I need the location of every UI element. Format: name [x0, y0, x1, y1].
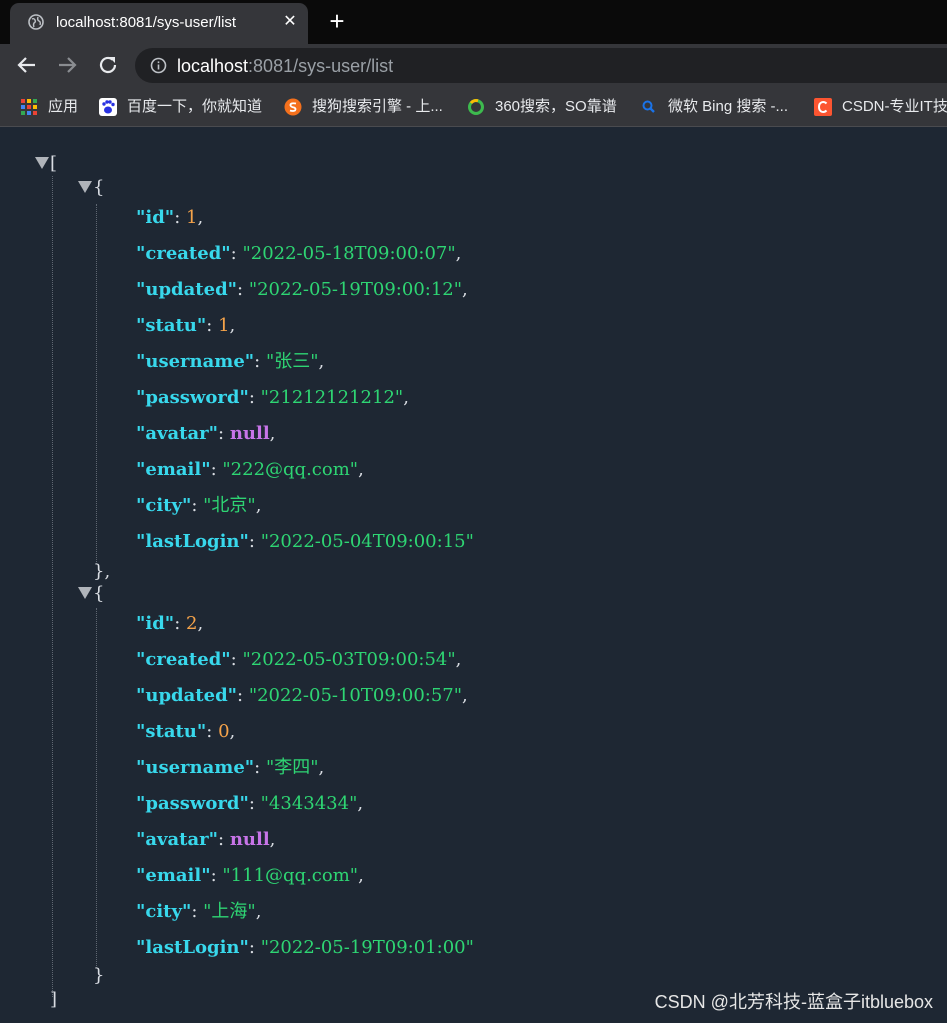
bookmark-label: 应用 — [48, 98, 79, 115]
tab-strip: localhost:8081/sys-user/list ✕ + — [0, 0, 947, 44]
browser-toolbar: localhost:8081/sys-user/list — [0, 44, 947, 87]
bookmark-label: CSDN-专业IT技 — [842, 98, 947, 115]
object-close-brace: }, — [93, 561, 111, 582]
object-indent-guide — [96, 204, 97, 564]
csdn-icon — [814, 98, 832, 116]
bookmarks-bar: 应用 百度一下，你就知道 搜狗搜索引擎 - 上... 360搜索，SO靠谱 微软… — [0, 87, 947, 127]
url-text[interactable]: localhost:8081/sys-user/list — [177, 55, 393, 77]
forward-arrow-icon[interactable] — [55, 53, 79, 77]
json-row-avatar: "avatar": null, — [136, 829, 276, 850]
object-close-brace: } — [93, 965, 105, 986]
json-row-avatar: "avatar": null, — [136, 423, 276, 444]
360-search-icon — [468, 99, 484, 115]
url-path: :8081/sys-user/list — [248, 56, 394, 76]
url-host: localhost — [177, 56, 249, 76]
reload-icon[interactable] — [96, 53, 120, 77]
json-row-id: "id": 1, — [136, 207, 204, 228]
json-row-statu: "statu": 0, — [136, 721, 236, 742]
collapse-toggle-icon[interactable] — [78, 181, 92, 193]
bing-search-icon — [642, 100, 655, 113]
json-row-created: "created": "2022-05-03T09:00:54", — [136, 649, 462, 670]
json-row-statu: "statu": 1, — [136, 315, 236, 336]
tab-title: localhost:8081/sys-user/list — [56, 14, 237, 31]
csdn-watermark: CSDN @北芳科技-蓝盒子itbluebox — [654, 992, 933, 1012]
active-tab[interactable]: localhost:8081/sys-user/list ✕ — [10, 3, 308, 44]
json-row-username: "username": "张三", — [136, 351, 325, 372]
json-row-username: "username": "李四", — [136, 757, 325, 778]
bookmark-label: 百度一下，你就知道 — [127, 98, 263, 115]
object-open-brace: { — [93, 177, 105, 198]
new-tab-button[interactable]: + — [326, 8, 348, 34]
json-row-password: "password": "21212121212", — [136, 387, 409, 408]
apps-grid-icon — [21, 99, 37, 115]
array-open-bracket: [ — [50, 153, 58, 174]
array-indent-guide — [52, 176, 53, 997]
json-row-city: "city": "上海", — [136, 901, 262, 922]
object-open-brace: { — [93, 583, 105, 604]
json-row-email: "email": "222@qq.com", — [136, 459, 364, 480]
json-row-created: "created": "2022-05-18T09:00:07", — [136, 243, 462, 264]
site-info-icon[interactable] — [150, 57, 167, 74]
bookmark-label: 搜狗搜索引擎 - 上... — [312, 98, 443, 115]
object-indent-guide — [96, 608, 97, 968]
json-row-lastlogin: "lastLogin": "2022-05-04T09:00:15" — [136, 531, 474, 552]
sogou-icon — [284, 98, 302, 116]
back-arrow-icon[interactable] — [15, 53, 39, 77]
array-close-bracket: ] — [50, 989, 58, 1010]
baidu-paw-icon — [99, 98, 117, 116]
json-viewer: [ { "id": 1, "created": "2022-05-18T09:0… — [0, 128, 947, 1023]
json-row-password: "password": "4343434", — [136, 793, 364, 814]
collapse-toggle-icon[interactable] — [78, 587, 92, 599]
json-row-id: "id": 2, — [136, 613, 204, 634]
bookmark-label: 360搜索，SO靠谱 — [495, 98, 617, 115]
json-row-lastlogin: "lastLogin": "2022-05-19T09:01:00" — [136, 937, 474, 958]
json-row-city: "city": "北京", — [136, 495, 262, 516]
close-tab-icon[interactable]: ✕ — [280, 12, 300, 32]
json-row-updated: "updated": "2022-05-19T09:00:12", — [136, 279, 468, 300]
address-bar[interactable]: localhost:8081/sys-user/list — [135, 48, 947, 83]
globe-icon — [28, 14, 44, 30]
json-row-updated: "updated": "2022-05-10T09:00:57", — [136, 685, 468, 706]
bookmark-label: 微软 Bing 搜索 -... — [668, 98, 789, 115]
json-row-email: "email": "111@qq.com", — [136, 865, 364, 886]
collapse-toggle-icon[interactable] — [35, 157, 49, 169]
